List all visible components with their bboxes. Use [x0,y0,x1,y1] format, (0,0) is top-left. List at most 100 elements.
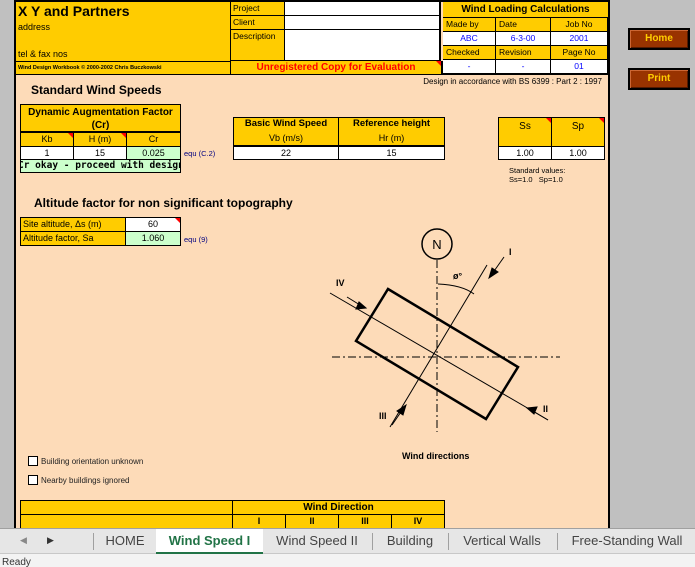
tab-home[interactable]: HOME [95,529,155,554]
checkbox-label: Building orientation unknown [41,456,144,466]
cr-equation-ref: equ (C.2) [184,149,216,158]
section-title-altitude: Altitude factor for non significant topo… [34,196,293,210]
description-field[interactable] [285,30,441,61]
sp-input[interactable]: 1.00 [551,146,605,160]
checkbox-icon[interactable] [28,456,38,466]
hr-label: Hr (m) [338,132,445,146]
tab-building[interactable]: Building [373,529,447,554]
date-value[interactable]: 6-3-00 [496,32,551,46]
vb-title: Basic Wind Speed [233,117,339,132]
ss-input[interactable]: 1.00 [498,146,552,160]
workbook-credit: Wind Design Workbook © 2000-2002 Chris B… [18,65,162,71]
project-info: Project Client Description [231,2,441,61]
page-no-value[interactable]: 01 [551,60,608,74]
north-label: N [432,237,441,252]
angle-label: ø° [453,271,462,281]
revision-value[interactable]: - [496,60,551,74]
sheet-tab-bar: ◀ ▶ HOME Wind Speed I Wind Speed II Buil… [0,528,695,554]
comment-indicator-icon [599,118,604,123]
vb-input[interactable]: 22 [233,146,339,160]
section-title-standard-wind: Standard Wind Speeds [31,83,162,97]
company-address: address [18,22,51,32]
kb-header: Kb [20,132,74,147]
checkbox-icon[interactable] [28,475,38,485]
tab-wind-speed-i[interactable]: Wind Speed I [156,529,263,554]
sp-label: Sp [571,121,585,132]
kb-label: Kb [41,134,53,144]
h-header: H (m) [73,132,127,147]
date-label: Date [496,18,551,32]
revision-label: Revision [496,46,551,60]
cr-header: Cr [126,132,181,147]
ss-label: Ss [519,121,531,132]
tab-wind-speed-ii[interactable]: Wind Speed II [264,529,370,554]
altitude-factor-value: 1.060 [125,231,181,246]
print-button[interactable]: Print [628,68,690,90]
hr-input[interactable]: 15 [338,146,445,160]
scroll-tabs-right-icon[interactable]: ▶ [47,535,54,546]
wind-dir-col-i: I [232,514,286,528]
scroll-tabs-left-icon[interactable]: ◀ [20,535,27,546]
checkbox-building-orientation[interactable]: Building orientation unknown [28,456,143,466]
made-by-value[interactable]: ABC [443,32,496,46]
calc-title: Wind Loading Calculations [443,2,608,18]
tab-separator [557,533,558,550]
divider [16,61,231,62]
description-label: Description [231,30,285,61]
design-standard: Design in accordance with BS 6399 : Part… [423,77,602,86]
job-no-value[interactable]: 2001 [551,32,608,46]
std-values-label: Standard values: [509,166,566,175]
tab-separator [93,533,94,550]
direction-ii-label: II [543,404,548,414]
home-button[interactable]: Home [628,28,690,50]
comment-indicator-icon [436,61,441,66]
checkbox-label: Nearby buildings ignored [41,475,130,485]
site-altitude-label: Site altitude, Δs (m) [20,217,126,232]
checked-label: Checked [443,46,496,60]
company-name: X Y and Partners [18,3,130,19]
h-label: H (m) [88,134,112,144]
checked-value[interactable]: - [443,60,496,74]
cr-status: Cr okay - proceed with design [20,159,181,173]
wind-directions-diagram: N ø° I II III IV [329,228,560,432]
unregistered-notice: Unregistered Copy for Evaluation [231,61,443,75]
wind-dir-col-iv: IV [391,514,445,528]
client-field[interactable] [285,16,441,30]
company-block: X Y and Partners address tel & fax nos W… [16,2,231,75]
site-altitude-input[interactable]: 60 [125,217,181,232]
status-bar: Ready [0,554,695,567]
angle-arc [437,283,475,295]
wind-direction-header: Wind Direction [232,500,445,515]
comment-indicator-icon [175,218,180,223]
worksheet: X Y and Partners address tel & fax nos W… [14,0,610,528]
direction-iv-label: IV [336,278,345,288]
vb-label: Vb (m/s) [233,132,339,146]
company-telfax: tel & fax nos [18,49,68,59]
altitude-equation-ref: equ (9) [184,235,208,244]
cr-value: 0.025 [126,146,181,160]
unregistered-text: Unregistered Copy for Evaluation [256,62,416,73]
site-altitude-value: 60 [147,219,158,229]
tab-free-standing-wall[interactable]: Free-Standing Wall [559,529,695,554]
hr-title: Reference height [338,117,445,132]
wind-table-left-subheader [20,514,233,528]
project-label: Project [231,2,285,16]
wind-dir-col-ii: II [285,514,339,528]
client-label: Client [231,16,285,30]
excel-window: X Y and Partners address tel & fax nos W… [0,0,695,567]
ss-header: Ss [498,117,552,147]
direction-iii-label: III [379,411,387,421]
altitude-factor-label: Altitude factor, Sa [20,231,126,246]
checkbox-nearby-buildings[interactable]: Nearby buildings ignored [28,475,130,485]
wind-dir-col-iii: III [338,514,392,528]
h-input[interactable]: 15 [73,146,127,160]
std-values: Ss=1.0 Sp=1.0 [509,175,563,184]
calc-info-block: Wind Loading Calculations Made by Date J… [443,2,608,75]
diagram-caption: Wind directions [402,451,470,461]
kb-input[interactable]: 1 [20,146,74,160]
wind-table-left-header [20,500,233,515]
project-field[interactable] [285,2,441,16]
job-no-label: Job No [551,18,608,32]
sp-header: Sp [551,117,605,147]
tab-vertical-walls[interactable]: Vertical Walls [449,529,555,554]
